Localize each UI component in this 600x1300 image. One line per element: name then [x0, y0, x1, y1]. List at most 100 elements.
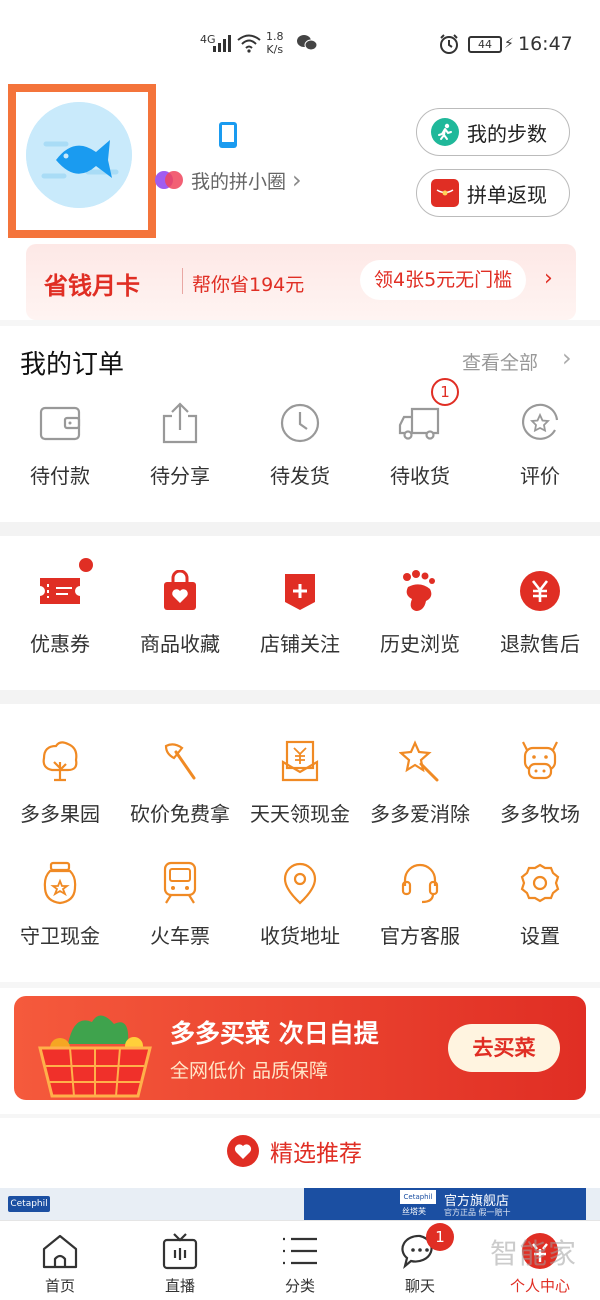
features-row-2: 守卫现金 火车票 收货地址 官方客服 设置 [0, 860, 600, 949]
banner-subtitle: 全网低价 品质保障 [170, 1060, 329, 1082]
bargain-entry[interactable]: 砍价免费拿 [120, 738, 240, 827]
store-follow-entry[interactable]: 店铺关注 [240, 568, 360, 657]
group-cashback-button[interactable]: 拼单返现 [416, 169, 570, 217]
coupons-entry[interactable]: 优惠券 [0, 558, 120, 657]
order-review-label: 评价 [520, 464, 560, 488]
customer-service-entry[interactable]: 官方客服 [360, 860, 480, 949]
store-banner[interactable]: Cetaphil 丝塔芙 官方旗舰店 官方正品 假一赔十 [304, 1188, 586, 1220]
tab-category[interactable]: 分类 [240, 1221, 360, 1300]
order-pending-receipt[interactable]: 1 待收货 [360, 378, 480, 489]
ranch-entry[interactable]: 多多牧场 [480, 738, 600, 827]
order-badge: 1 [431, 378, 459, 406]
order-pending-shipment-label: 待发货 [270, 464, 330, 488]
order-pending-payment[interactable]: 待付款 [0, 400, 120, 489]
tab-home-label: 首页 [44, 1277, 75, 1295]
tab-profile-label: 个人中心 [509, 1277, 570, 1295]
coupons-label: 优惠券 [30, 632, 90, 656]
favorites-entry[interactable]: 商品收藏 [120, 568, 240, 657]
watermark: 智能家 [490, 1237, 578, 1270]
vegetable-basket-icon [38, 1015, 152, 1098]
order-pending-share[interactable]: 待分享 [120, 400, 240, 489]
match-game-label: 多多爱消除 [370, 802, 470, 826]
axe-icon [164, 743, 196, 780]
section-divider [0, 690, 600, 704]
cash-envelope-icon [281, 740, 319, 782]
section-divider [0, 522, 600, 536]
grocery-promo-banner[interactable]: 多多买菜 次日自提 全网低价 品质保障 去买菜 [14, 996, 586, 1100]
train-ticket-entry[interactable]: 火车票 [120, 860, 240, 949]
features-row-1: 多多果园 砍价免费拿 天天领现金 多多爱消除 多多牧场 [0, 738, 600, 827]
clock-icon [280, 403, 320, 443]
avatar[interactable] [26, 102, 132, 208]
headset-icon [401, 863, 439, 904]
brand-logo: Cetaphil [8, 1196, 50, 1212]
order-status-row: 待付款 待分享 待发货 1 待收货 评价 [0, 378, 600, 489]
coupon-icon [40, 578, 80, 604]
chat-badge: 1 [426, 1223, 454, 1251]
banner-title: 多多买菜 次日自提 [170, 1019, 379, 1048]
group-cashback-label: 拼单返现 [467, 182, 547, 207]
share-icon [162, 402, 198, 444]
tab-live-label: 直播 [164, 1277, 195, 1295]
phone-bind-icon[interactable] [217, 121, 239, 149]
divider [182, 268, 183, 294]
my-circle-link[interactable]: 我的拼小圈 › [153, 166, 302, 194]
address-label: 收货地址 [260, 924, 340, 948]
jar-icon [43, 861, 77, 905]
tab-category-label: 分类 [284, 1277, 315, 1295]
favorites-label: 商品收藏 [140, 632, 220, 656]
tree-icon [42, 741, 78, 782]
match-game-entry[interactable]: 多多爱消除 [360, 738, 480, 827]
saving-monthly-card[interactable]: 省钱月卡 帮你省194元 领4张5元无门槛 › [26, 244, 576, 320]
coupon-chip[interactable]: 领4张5元无门槛 [360, 260, 527, 300]
truck-icon [398, 407, 440, 440]
favorite-bag-icon [164, 570, 196, 610]
refund-entry[interactable]: 退款售后 [480, 568, 600, 657]
fish-avatar-icon [26, 102, 132, 208]
my-steps-button[interactable]: 我的步数 [416, 108, 570, 156]
chevron-right-icon: › [544, 266, 553, 291]
order-pending-share-label: 待分享 [150, 464, 210, 488]
settings-entry[interactable]: 设置 [480, 860, 600, 949]
new-dot [79, 558, 93, 572]
address-entry[interactable]: 收货地址 [240, 860, 360, 949]
order-pending-payment-label: 待付款 [30, 464, 90, 488]
view-all-orders-link[interactable]: 查看全部 [462, 348, 538, 375]
chevron-right-icon: › [292, 166, 302, 194]
go-shopping-button[interactable]: 去买菜 [448, 1024, 560, 1072]
wallet-icon [39, 406, 81, 441]
section-divider [0, 320, 600, 326]
location-icon [283, 862, 317, 905]
saving-card-subtitle: 帮你省194元 [192, 274, 305, 296]
tab-home[interactable]: 首页 [0, 1221, 120, 1300]
saving-card-title: 省钱月卡 [44, 272, 140, 300]
refund-icon [520, 571, 560, 611]
customer-service-label: 官方客服 [380, 924, 460, 948]
my-steps-label: 我的步数 [467, 121, 547, 146]
order-review[interactable]: 评价 [480, 400, 600, 489]
guard-cash-label: 守卫现金 [20, 924, 100, 948]
my-circle-label: 我的拼小圈 [191, 170, 287, 193]
wifi-icon [237, 34, 261, 53]
settings-label: 设置 [520, 924, 560, 948]
cow-icon [522, 741, 558, 780]
battery-icon: 44 [468, 36, 502, 53]
orders-title: 我的订单 [20, 350, 125, 380]
signal-icon [213, 35, 231, 52]
daily-cash-entry[interactable]: 天天领现金 [240, 738, 360, 827]
home-icon [42, 1234, 78, 1269]
orchard-entry[interactable]: 多多果园 [0, 738, 120, 827]
chevron-right-icon[interactable]: › [562, 344, 572, 372]
running-icon [431, 118, 459, 146]
status-bar: 4G 1.8 K/s 44 ⚡ 16:47 [0, 0, 600, 88]
order-pending-shipment[interactable]: 待发货 [240, 400, 360, 489]
tab-chat[interactable]: 1 聊天 [360, 1221, 480, 1300]
store-follow-label: 店铺关注 [260, 632, 340, 656]
circle-logo-icon [155, 171, 183, 189]
tab-live[interactable]: 直播 [120, 1221, 240, 1300]
guard-cash-entry[interactable]: 守卫现金 [0, 860, 120, 949]
history-label: 历史浏览 [380, 632, 460, 656]
history-entry[interactable]: 历史浏览 [360, 568, 480, 657]
order-pending-receipt-label: 待收货 [390, 464, 450, 488]
store-follow-icon [285, 574, 315, 610]
